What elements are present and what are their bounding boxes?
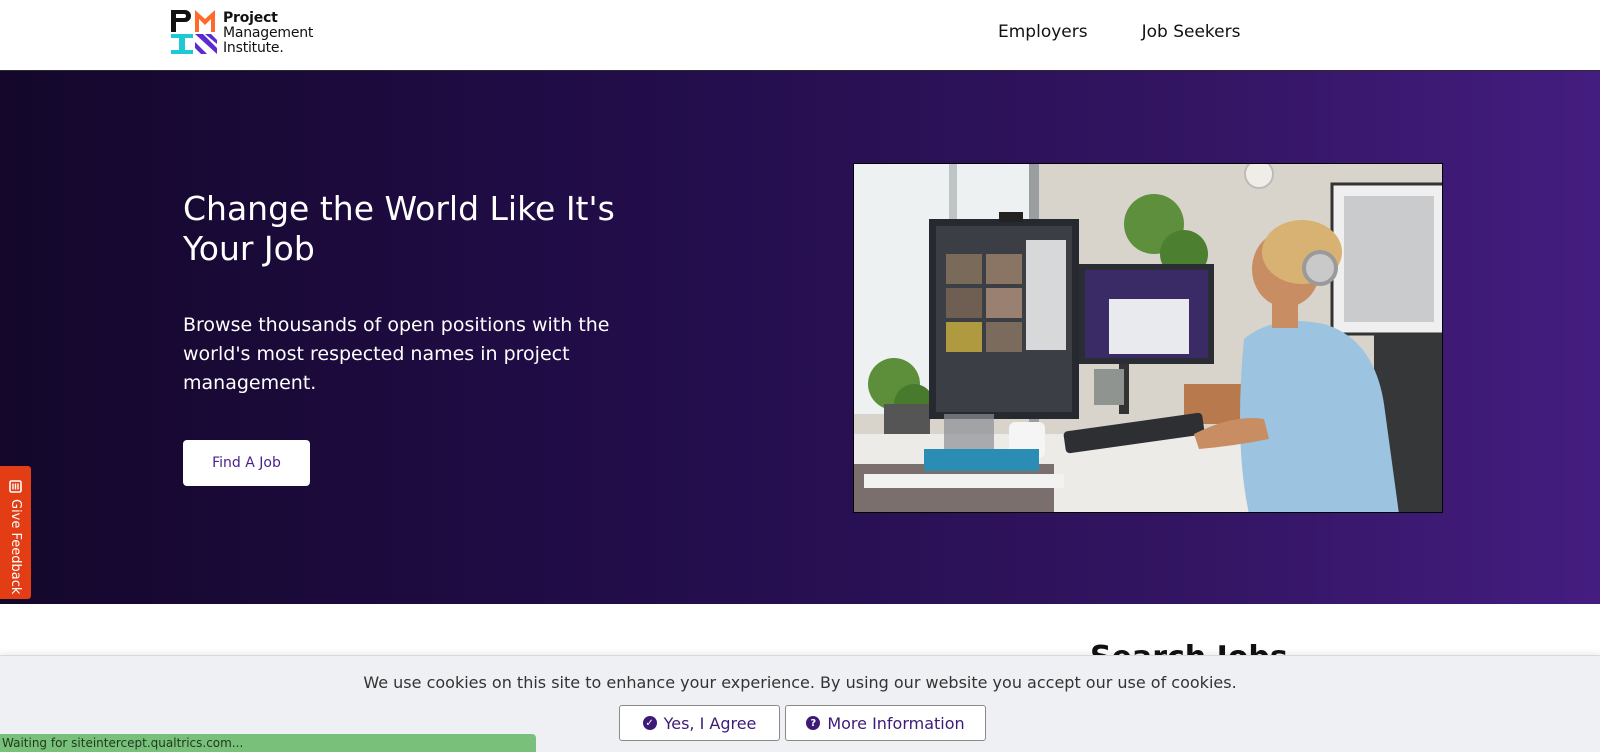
main-nav: Employers Job Seekers [998,22,1240,42]
hero-subtitle: Browse thousands of open positions with … [183,314,610,394]
clipboard-icon [9,480,22,493]
logo-line-2: Management [223,24,314,41]
give-feedback-tab[interactable]: Give Feedback [0,466,31,599]
hero-section: Change the World Like It's Your Job Brow… [0,71,1600,604]
hero-image-illustration [854,164,1442,512]
agree-cookies-button[interactable]: ✓ Yes, I Agree [619,705,780,741]
agree-cookies-label: Yes, I Agree [663,713,757,733]
cookie-actions: ✓ Yes, I Agree ? More Information [619,705,986,741]
hero-image [853,163,1443,513]
site-header: Project Management Institute. Employers … [0,0,1600,71]
question-circle-icon: ? [806,716,821,730]
logo-line-1: Project [223,9,278,26]
pmi-logo-icon [171,10,217,54]
check-circle-icon: ✓ [642,716,657,730]
give-feedback-label: Give Feedback [8,499,23,595]
page: Project Management Institute. Employers … [0,0,1600,752]
logo-wordmark: Project Management Institute. [223,9,314,56]
more-information-label: More Information [827,713,965,733]
cookie-message: We use cookies on this site to enhance y… [363,673,1237,692]
hero-title: Change the World Like It's Your Job [183,189,615,268]
find-a-job-button[interactable]: Find A Job [183,440,310,486]
logo-line-3: Institute. [223,39,284,56]
browser-status-bar: Waiting for siteintercept.qualtrics.com.… [0,734,536,752]
pmi-logo[interactable]: Project Management Institute. [171,10,313,56]
nav-employers[interactable]: Employers [998,22,1088,42]
nav-job-seekers[interactable]: Job Seekers [1142,22,1241,42]
more-information-button[interactable]: ? More Information [785,705,986,741]
